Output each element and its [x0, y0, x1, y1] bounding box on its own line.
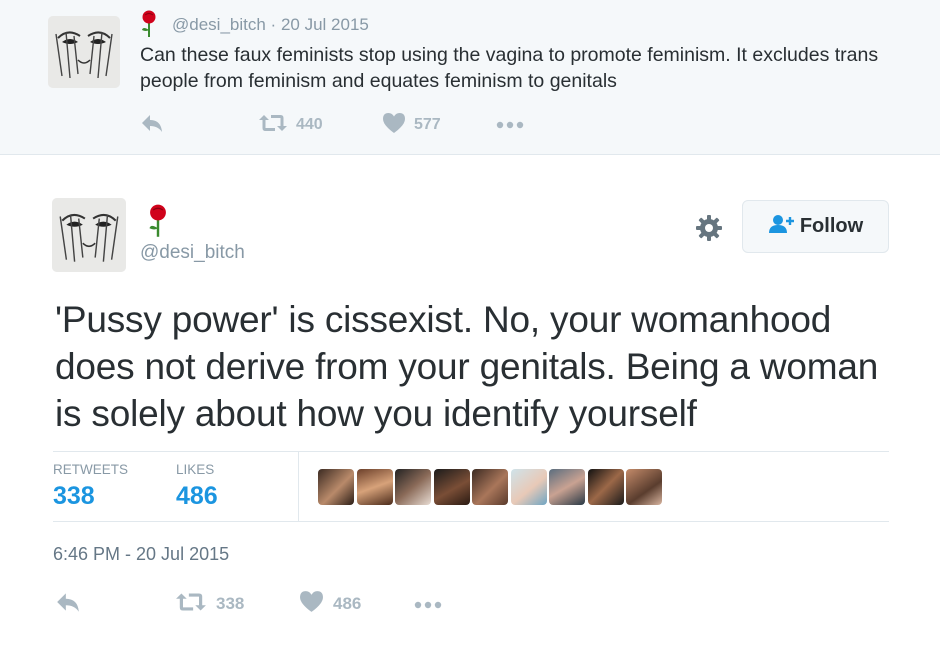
liker-avatar[interactable]: [587, 469, 624, 505]
main-tweet-handle[interactable]: @desi_bitch: [140, 242, 245, 264]
like-button[interactable]: 577: [382, 112, 441, 138]
context-tweet[interactable]: @desi_bitch · 20 Jul 2015 Can these faux…: [0, 0, 940, 155]
retweet-icon: [258, 113, 288, 138]
context-tweet-handle[interactable]: @desi_bitch: [172, 15, 266, 34]
retweet-count: 440: [296, 116, 323, 133]
like-count: 486: [333, 594, 362, 613]
rose-emoji-icon: [147, 204, 169, 238]
main-tweet-text: 'Pussy power' is cissexist. No, your wom…: [55, 299, 879, 434]
divider: [53, 451, 889, 452]
retweets-value: 338: [53, 482, 95, 510]
context-tweet-meta: @desi_bitch · 20 Jul 2015: [172, 15, 369, 35]
likes-value: 486: [176, 482, 218, 510]
like-button[interactable]: 486: [299, 590, 361, 618]
retweet-icon: [175, 591, 207, 618]
context-tweet-date[interactable]: 20 Jul 2015: [281, 15, 369, 34]
add-user-icon: [768, 214, 794, 239]
meta-separator: ·: [270, 15, 277, 34]
liker-avatar[interactable]: [356, 469, 393, 505]
reply-icon: [140, 113, 164, 138]
liker-avatar[interactable]: [549, 469, 585, 505]
like-count: 577: [414, 116, 441, 133]
retweet-button[interactable]: 338: [175, 590, 244, 618]
liker-avatar[interactable]: [318, 469, 354, 505]
retweets-label: RETWEETS: [53, 462, 129, 477]
more-icon: [496, 116, 524, 134]
liker-avatar[interactable]: [395, 469, 431, 505]
main-tweet-actions: 338 486: [53, 590, 473, 618]
divider: [298, 452, 299, 521]
sketch-face-avatar[interactable]: [52, 198, 126, 272]
retweet-count: 338: [216, 594, 245, 613]
reply-button[interactable]: [140, 112, 164, 138]
tweet-timestamp[interactable]: 6:46 PM - 20 Jul 2015: [53, 544, 229, 565]
liker-avatar[interactable]: [433, 469, 470, 505]
likers-avatars: [318, 469, 665, 505]
divider: [53, 521, 889, 522]
liker-avatar[interactable]: [472, 469, 508, 505]
liker-avatar[interactable]: [510, 469, 547, 505]
context-tweet-text: Can these faux feminists stop using the …: [140, 44, 879, 92]
follow-button[interactable]: Follow: [742, 200, 889, 253]
more-button[interactable]: [496, 112, 524, 138]
more-icon: [413, 594, 443, 614]
retweet-button[interactable]: 440: [258, 112, 323, 138]
heart-icon: [299, 590, 324, 618]
reply-button[interactable]: [55, 590, 81, 618]
rose-emoji-icon: [140, 10, 158, 38]
context-tweet-actions: 440 577: [140, 112, 560, 138]
retweets-stat[interactable]: RETWEETS 338: [53, 462, 128, 511]
more-button[interactable]: [413, 590, 443, 618]
heart-icon: [382, 112, 406, 139]
likes-label: LIKES: [176, 462, 215, 477]
reply-icon: [55, 591, 81, 618]
follow-button-label: Follow: [799, 215, 864, 237]
gear-icon[interactable]: [694, 213, 724, 243]
liker-avatar[interactable]: [626, 469, 662, 505]
sketch-face-avatar[interactable]: [48, 16, 120, 88]
likes-stat[interactable]: LIKES 486: [176, 462, 218, 511]
